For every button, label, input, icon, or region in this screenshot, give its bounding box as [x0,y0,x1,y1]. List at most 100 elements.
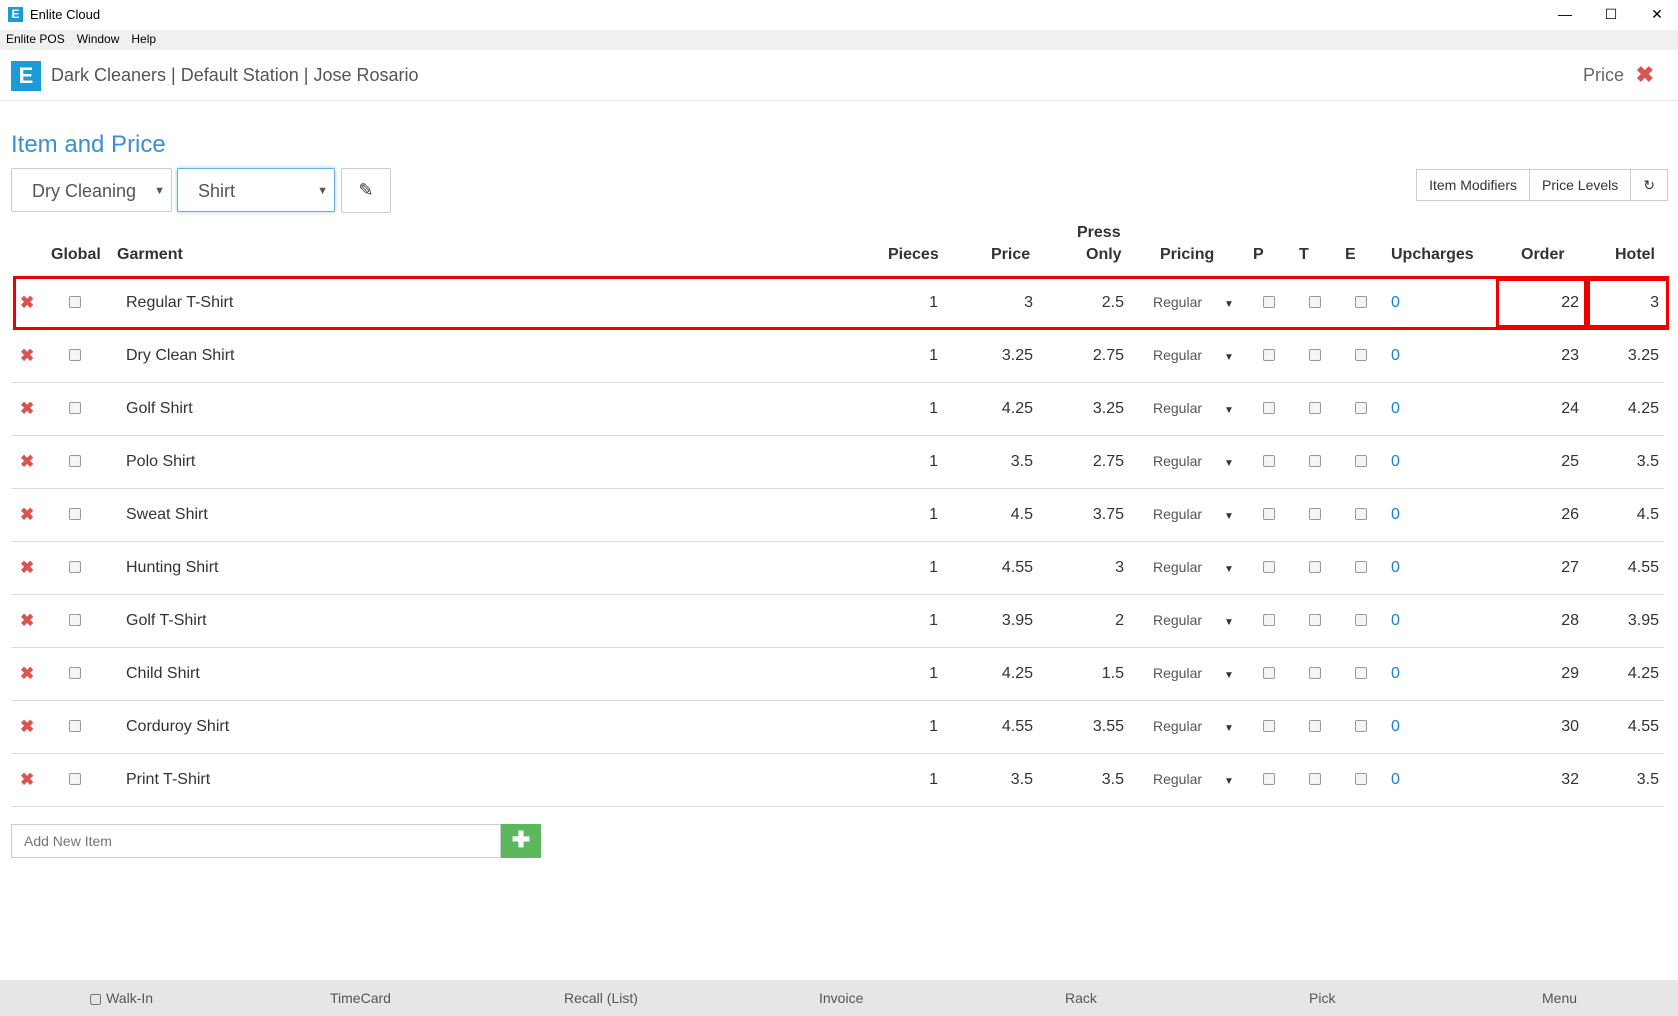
hotel-value[interactable]: 4.25 [1596,647,1659,700]
delete-icon[interactable]: ✖ [20,541,34,594]
t-checkbox[interactable] [1309,561,1321,573]
pieces-value[interactable]: 1 [861,435,938,488]
price-value[interactable]: 4.55 [946,700,1033,753]
price-value[interactable]: 3.95 [946,594,1033,647]
price-value[interactable]: 3.5 [946,753,1033,806]
price-value[interactable]: 4.5 [946,488,1033,541]
price-levels-button[interactable]: Price Levels [1529,169,1632,201]
pieces-value[interactable]: 1 [861,329,938,382]
pieces-value[interactable]: 1 [861,753,938,806]
add-new-item-input[interactable] [11,824,501,858]
order-value[interactable]: 23 [1499,329,1579,382]
upcharges-link[interactable]: 0 [1391,329,1400,382]
delete-icon[interactable]: ✖ [20,382,34,435]
upcharges-link[interactable]: 0 [1391,594,1400,647]
press-only-value[interactable]: 2 [1036,594,1124,647]
upcharges-link[interactable]: 0 [1391,753,1400,806]
pricing-select[interactable]: Regular ▼ [1153,753,1234,806]
e-checkbox[interactable] [1355,508,1367,520]
price-value[interactable]: 4.25 [946,647,1033,700]
e-checkbox[interactable] [1355,455,1367,467]
hotel-value[interactable]: 3.5 [1596,435,1659,488]
price-value[interactable]: 4.55 [946,541,1033,594]
upcharges-link[interactable]: 0 [1391,541,1400,594]
t-checkbox[interactable] [1309,455,1321,467]
global-checkbox[interactable] [69,667,81,679]
hotel-value[interactable]: 3.5 [1596,753,1659,806]
e-checkbox[interactable] [1355,614,1367,626]
hotel-value[interactable]: 4.25 [1596,382,1659,435]
pricing-select[interactable]: Regular ▼ [1153,700,1234,753]
pieces-value[interactable]: 1 [861,382,938,435]
close-icon[interactable]: ✖ [1636,62,1654,88]
order-value[interactable]: 24 [1499,382,1579,435]
press-only-value[interactable]: 2.75 [1036,435,1124,488]
t-checkbox[interactable] [1309,773,1321,785]
e-checkbox[interactable] [1355,402,1367,414]
delete-icon[interactable]: ✖ [20,329,34,382]
global-checkbox[interactable] [69,561,81,573]
order-value[interactable]: 28 [1499,594,1579,647]
hotel-value[interactable]: 3.95 [1596,594,1659,647]
p-checkbox[interactable] [1263,773,1275,785]
press-only-value[interactable]: 3.25 [1036,382,1124,435]
close-window-button[interactable]: ✕ [1634,0,1678,30]
global-checkbox[interactable] [69,614,81,626]
price-value[interactable]: 3.5 [946,435,1033,488]
press-only-value[interactable]: 3.75 [1036,488,1124,541]
global-checkbox[interactable] [69,508,81,520]
edit-button[interactable]: ✎ [341,168,391,213]
menu-enlite-pos[interactable]: Enlite POS [0,30,71,48]
upcharges-link[interactable]: 0 [1391,700,1400,753]
hotel-value[interactable]: 4.55 [1596,700,1659,753]
pieces-value[interactable]: 1 [861,594,938,647]
pricing-select[interactable]: Regular ▼ [1153,594,1234,647]
footer-timecard[interactable]: TimeCard [330,990,391,1006]
p-checkbox[interactable] [1263,349,1275,361]
global-checkbox[interactable] [69,349,81,361]
delete-icon[interactable]: ✖ [20,753,34,806]
p-checkbox[interactable] [1263,508,1275,520]
pieces-value[interactable]: 1 [861,488,938,541]
menu-help[interactable]: Help [125,30,162,48]
order-value[interactable]: 26 [1499,488,1579,541]
upcharges-link[interactable]: 0 [1391,382,1400,435]
order-value[interactable]: 27 [1499,541,1579,594]
pricing-select[interactable]: Regular ▼ [1153,435,1234,488]
delete-icon[interactable]: ✖ [20,488,34,541]
footer-menu[interactable]: Menu [1542,990,1577,1006]
pricing-select[interactable]: Regular ▼ [1153,647,1234,700]
global-checkbox[interactable] [69,455,81,467]
maximize-button[interactable]: ☐ [1588,0,1634,30]
add-item-button[interactable]: ✚ [501,824,541,858]
item-select[interactable]: Shirt ▼ [177,168,335,212]
press-only-value[interactable]: 3.5 [1036,753,1124,806]
order-value[interactable]: 30 [1499,700,1579,753]
p-checkbox[interactable] [1263,455,1275,467]
delete-icon[interactable]: ✖ [20,594,34,647]
price-value[interactable]: 4.25 [946,382,1033,435]
t-checkbox[interactable] [1309,720,1321,732]
t-checkbox[interactable] [1309,402,1321,414]
price-value[interactable]: 3.25 [946,329,1033,382]
minimize-button[interactable]: — [1542,0,1588,30]
menu-window[interactable]: Window [71,30,126,48]
footer-pick[interactable]: Pick [1309,990,1335,1006]
global-checkbox[interactable] [69,720,81,732]
press-only-value[interactable]: 3 [1036,541,1124,594]
t-checkbox[interactable] [1309,349,1321,361]
footer-rack[interactable]: Rack [1065,990,1097,1006]
item-modifiers-button[interactable]: Item Modifiers [1416,169,1530,201]
press-only-value[interactable]: 1.5 [1036,647,1124,700]
pieces-value[interactable]: 1 [861,647,938,700]
order-value[interactable]: 32 [1499,753,1579,806]
order-value[interactable]: 25 [1499,435,1579,488]
order-value[interactable]: 29 [1499,647,1579,700]
footer-walk-in[interactable]: ▢ Walk-In [89,990,153,1007]
p-checkbox[interactable] [1263,667,1275,679]
pieces-value[interactable]: 1 [861,700,938,753]
hotel-value[interactable]: 4.55 [1596,541,1659,594]
press-only-value[interactable]: 3.55 [1036,700,1124,753]
t-checkbox[interactable] [1309,508,1321,520]
pricing-select[interactable]: Regular ▼ [1153,541,1234,594]
